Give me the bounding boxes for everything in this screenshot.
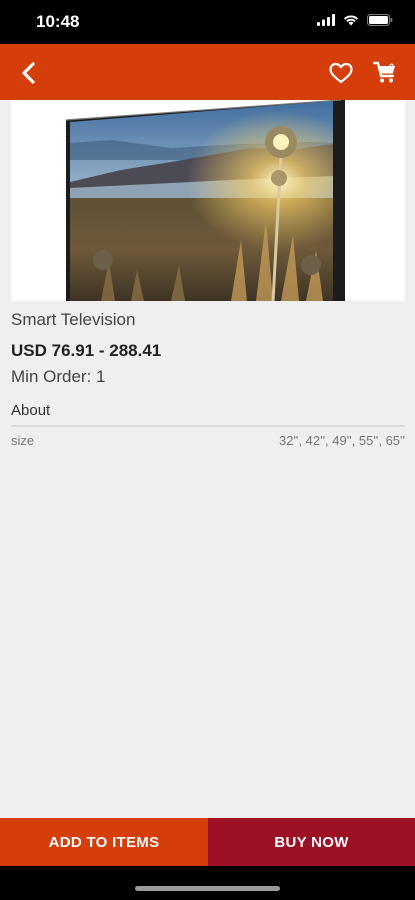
add-to-items-button[interactable]: ADD TO ITEMS (0, 818, 208, 866)
favorite-button[interactable] (328, 60, 354, 86)
cart-icon (372, 61, 395, 83)
buy-now-button[interactable]: BUY NOW (208, 818, 415, 866)
heart-icon (329, 62, 353, 84)
status-bar: 10:48 (0, 0, 415, 44)
about-heading: About (11, 402, 51, 419)
cart-button[interactable] (371, 58, 401, 88)
cart-count-badge: 0 (389, 62, 395, 72)
television-image (65, 100, 345, 301)
wifi-icon (344, 15, 358, 26)
home-indicator[interactable] (135, 886, 280, 891)
product-name: Smart Television (11, 310, 136, 329)
chevron-left-icon (22, 62, 35, 84)
home-indicator-area (0, 866, 415, 900)
product-price: USD 76.91 - 288.41 (11, 341, 162, 360)
min-order: Min Order: 1 (11, 367, 106, 386)
product-image[interactable] (11, 100, 405, 301)
attribute-value: 32'', 42'', 49'', 55'', 65'' (278, 433, 405, 448)
status-time: 10:48 (36, 12, 80, 31)
back-button[interactable] (14, 58, 44, 88)
app-bar: 0 (0, 44, 415, 100)
divider (11, 425, 405, 427)
status-icons (317, 14, 393, 26)
bottom-action-bar: ADD TO ITEMS BUY NOW (0, 818, 415, 866)
signal-icon (317, 14, 335, 26)
battery-icon (367, 14, 393, 26)
attribute-name: size (11, 433, 35, 448)
